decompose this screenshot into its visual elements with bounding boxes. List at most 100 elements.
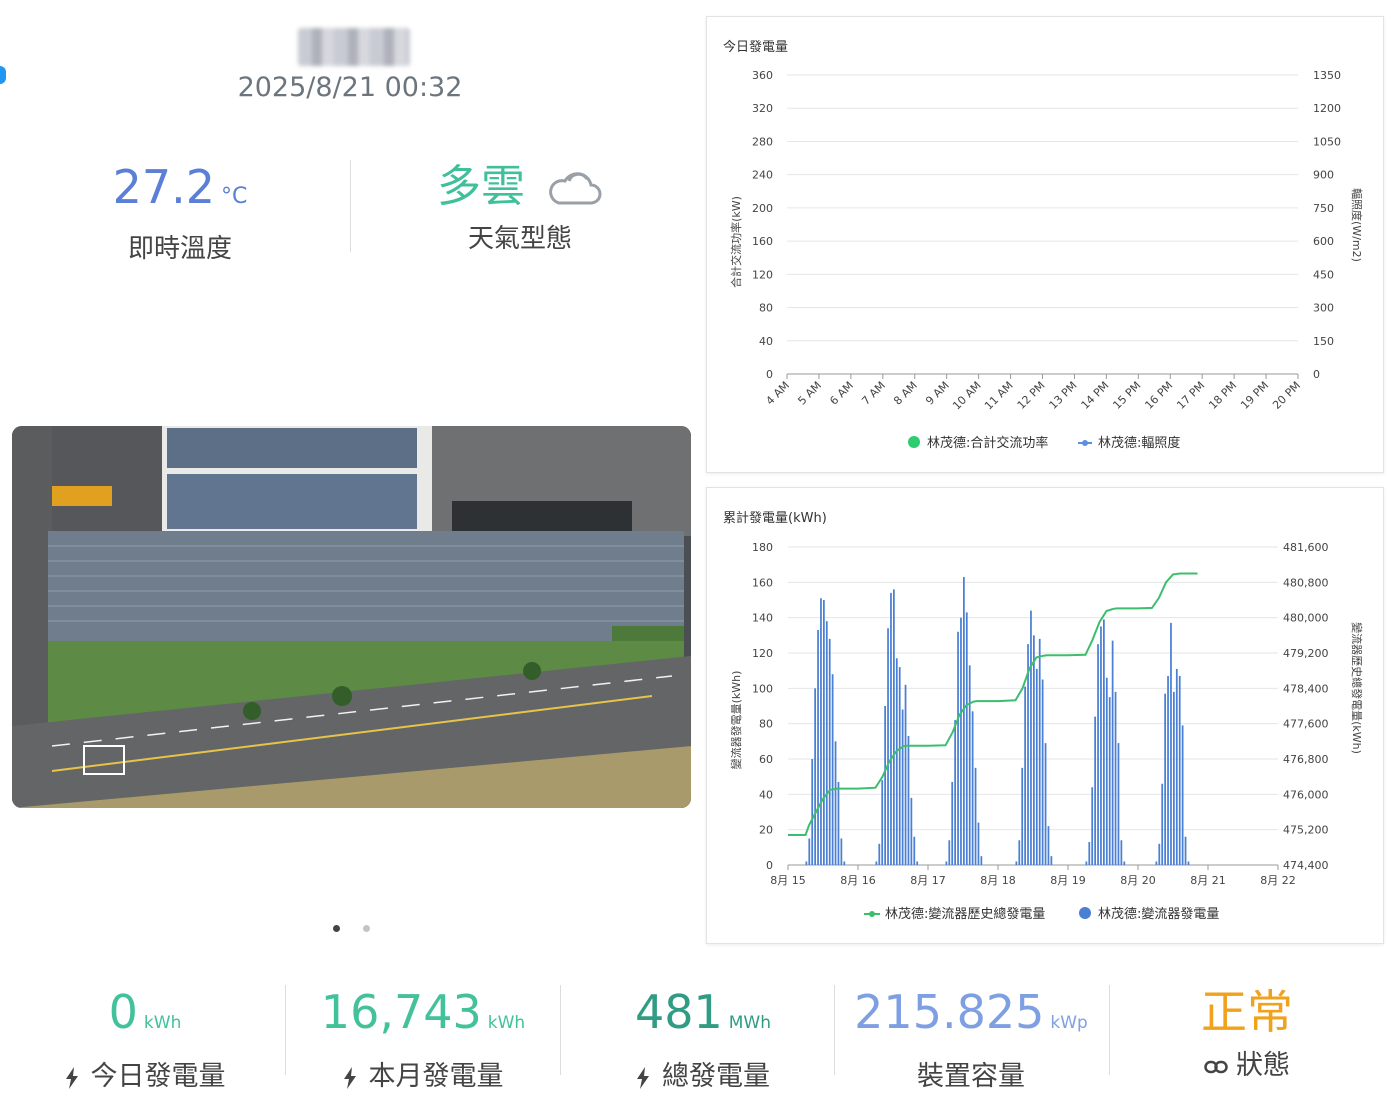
stat-today-value: 0 [108,985,138,1039]
side-toggle-tab[interactable] [0,66,6,84]
temperature-value-row: 27.2 °C [60,162,300,222]
inverter-energy-bar [820,598,822,865]
stat-capacity-value: 215.825 [854,985,1045,1039]
inverter-energy-bar [1097,644,1099,865]
cumulative-xtick-label: 8月 15 [770,874,806,887]
stat-today-unit: kWh [143,1013,182,1033]
weather-divider [350,160,351,252]
cumulative-ytick-right: 476,800 [1283,753,1329,766]
cumulative-ytick-left: 0 [766,859,773,872]
inverter-energy-bar [1178,675,1181,865]
inverter-energy-bar [1164,693,1166,865]
inverter-energy-bar [1050,856,1053,865]
legend-label-history[interactable]: 林茂德:變流器歷史總發電量 [885,906,1045,922]
today-power-chart-panel: 今日發電量 合計交流功率(kW) 輻照度(W/m2) 林茂德:合計交流功率 林茂… [706,16,1384,473]
inverter-energy-bar [1021,767,1024,865]
today-ytick-right: 450 [1313,268,1334,281]
inverter-energy-bar [887,628,889,865]
today-ytick-right: 1200 [1313,102,1341,115]
today-ytick-right: 1350 [1313,69,1341,82]
today-ytick-left: 120 [752,268,773,281]
inverter-energy-bar [1184,836,1187,865]
inverter-energy-bar [898,667,901,865]
inverter-energy-bar [893,589,895,865]
site-name-redacted [298,28,410,66]
legend-label-inverter[interactable]: 林茂德:變流器發電量 [1098,906,1219,922]
cumulative-xtick-label: 8月 18 [980,874,1016,887]
carousel-dot-1[interactable] [333,925,340,932]
cumulative-ytick-right: 481,600 [1283,541,1329,554]
stat-total-label-row: 總發電量 [578,1054,828,1093]
stat-divider-2 [560,985,561,1075]
cumulative-ytick-right: 479,200 [1283,647,1329,660]
legend-label-irradiance[interactable]: 林茂德:輻照度 [1098,435,1180,451]
temperature-label: 即時溫度 [127,234,232,264]
inverter-energy-bar [1033,635,1035,865]
today-xtick-label: 8 AM [891,379,920,408]
inverter-energy-bar [837,781,840,865]
stat-capacity-label: 裝置容量 [917,1061,1025,1092]
inverter-energy-bar [817,630,819,865]
stat-total-value-row: 481 MWh [578,985,828,1050]
today-ytick-right: 1050 [1313,135,1341,148]
stat-total-unit: MWh [728,1013,772,1033]
inverter-energy-bar [1167,675,1169,865]
cumulative-ytick-left: 80 [759,718,773,731]
today-ytick-left: 360 [752,69,773,82]
stat-capacity-unit: kWp [1050,1013,1088,1033]
inverter-energy-bar [875,861,878,865]
stat-month-value-row: 16,743 kWh [298,985,548,1050]
today-ytick-left: 160 [752,235,773,248]
today-xtick-label: 13 PM [1047,379,1080,412]
inverter-energy-bar [916,861,919,865]
stat-divider-4 [1109,985,1110,1075]
today-xtick-label: 10 AM [950,379,984,413]
cumulative-ytick-left: 140 [752,612,773,625]
legend-marker-history [869,911,875,917]
inverter-energy-bar [1108,697,1111,865]
stat-status-label-row[interactable]: 狀態 [1122,1043,1372,1082]
inverter-energy-bar [834,741,837,865]
inverter-energy-bar [968,665,971,865]
inverter-energy-bar [1170,622,1172,865]
inverter-energy-bar [808,838,811,865]
inverter-energy-bar [1181,725,1184,865]
inverter-energy-bar [1030,610,1032,865]
inverter-energy-bar [1187,861,1190,865]
inverter-energy-bar [945,861,948,865]
cumulative-ytick-right: 478,400 [1283,682,1329,695]
today-ytick-left: 0 [766,368,773,381]
stat-month-label-row: 本月發電量 [298,1054,548,1093]
inverter-energy-bar [1100,626,1102,865]
inverter-energy-bar [1091,787,1094,865]
today-xtick-label: 16 PM [1142,379,1175,412]
stat-total-label: 總發電量 [662,1061,770,1092]
inverter-energy-bar [828,638,831,865]
today-xtick-label: 9 AM [923,379,952,408]
carousel-dot-2[interactable] [363,925,370,932]
temperature-unit: °C [221,184,248,209]
weather-condition: 多雲 [437,161,525,212]
current-datetime: 2025/8/21 00:32 [237,72,463,103]
cumulative-xtick-label: 8月 21 [1190,874,1226,887]
stat-total-value: 481 [634,985,723,1039]
legend-label-power[interactable]: 林茂德:合計交流功率 [927,435,1048,451]
site-photo[interactable] [12,426,691,808]
today-ytick-right: 0 [1313,368,1320,381]
inverter-energy-bar [1103,619,1105,865]
inverter-energy-bar [1085,861,1088,865]
stat-today-value-row: 0 kWh [20,985,270,1050]
cumulative-ytick-left: 120 [752,647,773,660]
history-total-line [788,572,1198,836]
stat-today-energy: 0 kWh 今日發電量 [20,985,270,1092]
today-chart-legend: 林茂德:合計交流功率 林茂德:輻照度 [908,435,1180,451]
stat-status-value: 正常 [1201,985,1293,1039]
cumulative-ytick-left: 160 [752,576,773,589]
stat-month-label: 本月發電量 [368,1061,504,1092]
inverter-energy-bar [1114,691,1117,865]
cumulative-ytick-left: 20 [759,824,773,837]
weather-card: 多雲 天氣型態 [400,162,640,255]
cumulative-energy-chart: 變流器發電量(kWh) 變流器歷史總發電量(kWh) 林茂德:變流器歷史總發電量… [729,541,1364,922]
bolt-icon [65,1066,78,1089]
bolt-icon [637,1066,649,1089]
